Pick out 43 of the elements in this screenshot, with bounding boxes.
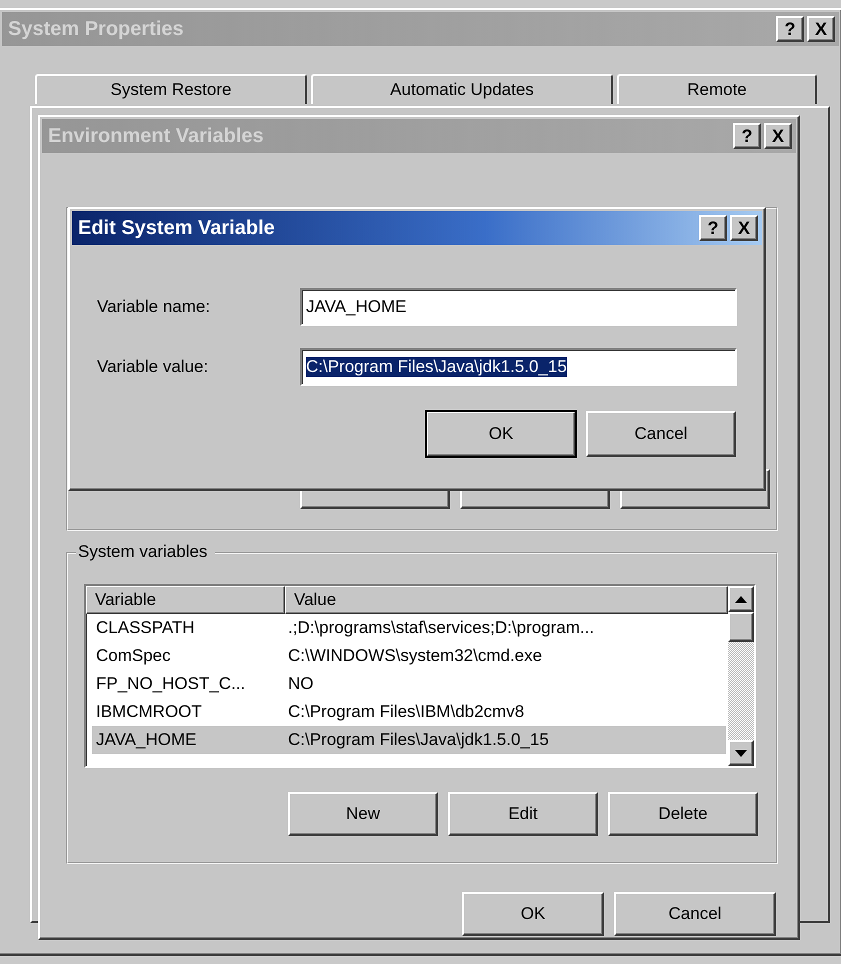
list-cell-text: FP_NO_HOST_C... bbox=[95, 674, 246, 694]
scroll-down-button[interactable] bbox=[728, 740, 754, 766]
field-label: Variable name: bbox=[97, 297, 212, 317]
group-title: System variables bbox=[76, 542, 216, 562]
help-button[interactable]: ? bbox=[699, 215, 727, 241]
list-cell-text: ComSpec bbox=[95, 646, 172, 666]
list-cell-text: .;D:\programs\staf\services;D:\program... bbox=[287, 618, 596, 638]
down-arrow-icon bbox=[735, 750, 747, 757]
close-button[interactable]: X bbox=[807, 16, 835, 42]
column-header[interactable]: Value bbox=[285, 586, 728, 614]
list-cell-text: C:\Program Files\Java\jdk1.5.0_15 bbox=[287, 730, 550, 750]
window-title: Environment Variables bbox=[48, 124, 265, 148]
text-field[interactable]: C:\Program Files\Java\jdk1.5.0_15 bbox=[300, 348, 737, 386]
tab[interactable]: System Restore bbox=[35, 74, 307, 104]
field-label: Variable value: bbox=[97, 357, 210, 377]
ok-button[interactable]: OK bbox=[426, 411, 576, 457]
list-cell-text: CLASSPATH bbox=[95, 618, 196, 638]
help-button[interactable]: ? bbox=[733, 123, 761, 149]
window-title: System Properties bbox=[8, 18, 185, 40]
close-button[interactable]: X bbox=[764, 123, 792, 149]
scroll-bar[interactable] bbox=[728, 586, 754, 766]
window-title: Edit System Variable bbox=[78, 216, 276, 240]
list-action-button[interactable]: Edit bbox=[448, 792, 598, 836]
scroll-up-button[interactable] bbox=[728, 586, 754, 612]
cancel-button[interactable]: Cancel bbox=[586, 411, 736, 457]
text-field[interactable]: JAVA_HOME bbox=[300, 288, 737, 326]
list-row[interactable]: JAVA_HOME C:\Program Files\Java\jdk1.5.0_15 bbox=[92, 726, 726, 754]
up-arrow-icon bbox=[735, 596, 747, 603]
column-header[interactable]: Variable bbox=[86, 586, 285, 614]
list-action-button[interactable]: Delete bbox=[608, 792, 758, 836]
help-button[interactable]: ? bbox=[776, 16, 804, 42]
list-cell-text: C:\WINDOWS\system32\cmd.exe bbox=[287, 646, 544, 666]
cancel-button[interactable]: Cancel bbox=[614, 892, 776, 936]
list-cell-text: NO bbox=[287, 674, 314, 694]
scroll-thumb[interactable] bbox=[728, 612, 754, 642]
list-cell-text: C:\Program Files\IBM\db2cmv8 bbox=[287, 702, 526, 722]
ok-button[interactable]: OK bbox=[462, 892, 604, 936]
list-cell-text: IBMCMROOT bbox=[95, 702, 203, 722]
close-button[interactable]: X bbox=[730, 215, 758, 241]
tab[interactable]: Automatic Updates bbox=[311, 74, 613, 104]
list-action-button[interactable]: New bbox=[288, 792, 438, 836]
list-cell-text: JAVA_HOME bbox=[95, 730, 198, 750]
tab[interactable]: Remote bbox=[617, 74, 817, 104]
